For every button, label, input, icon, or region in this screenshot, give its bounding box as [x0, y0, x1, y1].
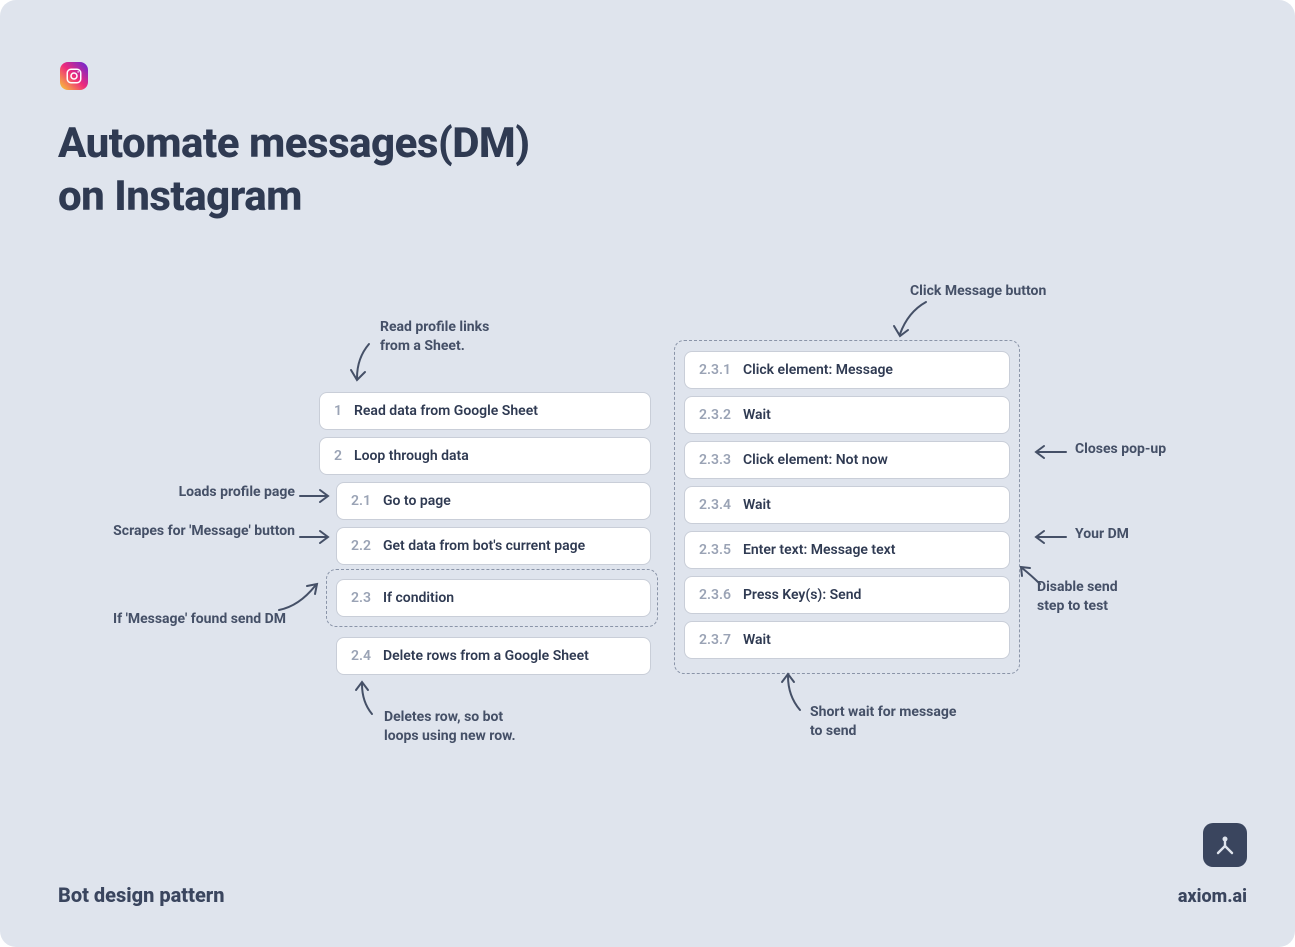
- step-number: 2.3.3: [699, 452, 731, 468]
- step-label: Loop through data: [354, 448, 469, 464]
- step-label: Press Key(s): Send: [743, 587, 861, 603]
- annotation-closes-popup: Closes pop-up: [1075, 440, 1166, 459]
- arrow-loads-profile: [298, 486, 334, 506]
- step-label: Delete rows from a Google Sheet: [383, 648, 589, 664]
- title-line-1: Automate messages(DM): [58, 119, 530, 168]
- annotation-disable-send: Disable send step to test: [1037, 578, 1118, 616]
- arrow-deletes-row: [352, 678, 386, 718]
- footer-brand: axiom.ai: [1178, 886, 1247, 907]
- step-2-4: 2.4 Delete rows from a Google Sheet: [336, 637, 651, 675]
- step-number: 2.3.6: [699, 587, 731, 603]
- step-number: 2.1: [351, 493, 371, 509]
- step-2: 2 Loop through data: [319, 437, 651, 475]
- step-label: Wait: [743, 497, 771, 513]
- title-line-2: on Instagram: [58, 172, 302, 221]
- step-label: Wait: [743, 632, 771, 648]
- step-label: Click element: Message: [743, 362, 893, 378]
- step-number: 2.3.4: [699, 497, 731, 513]
- arrow-disable-send: [1018, 562, 1044, 588]
- step-label: If condition: [383, 590, 454, 606]
- step-2-3-3: 2.3.3 Click element: Not now: [684, 441, 1010, 479]
- step-number: 2.2: [351, 538, 371, 554]
- step-number: 2: [334, 448, 342, 464]
- step-number: 1: [334, 403, 342, 419]
- step-2-3-4: 2.3.4 Wait: [684, 486, 1010, 524]
- step-number: 2.4: [351, 648, 371, 664]
- step-label: Enter text: Message text: [743, 542, 895, 558]
- annotation-your-dm: Your DM: [1075, 525, 1129, 544]
- step-label: Read data from Google Sheet: [354, 403, 538, 419]
- step-2-3-7: 2.3.7 Wait: [684, 621, 1010, 659]
- annotation-deletes-row: Deletes row, so bot loops using new row.: [384, 708, 516, 746]
- step-number: 2.3.5: [699, 542, 731, 558]
- arrow-scrapes-message: [298, 527, 334, 547]
- step-number: 2.3.1: [699, 362, 731, 378]
- step-2-2: 2.2 Get data from bot's current page: [336, 527, 651, 565]
- step-label: Wait: [743, 407, 771, 423]
- step-label: Get data from bot's current page: [383, 538, 585, 554]
- step-label: Click element: Not now: [743, 452, 888, 468]
- footer-caption: Bot design pattern: [58, 883, 225, 907]
- step-number: 2.3.7: [699, 632, 731, 648]
- annotation-read-profile: Read profile links from a Sheet.: [380, 318, 489, 356]
- arrow-closes-popup: [1030, 442, 1070, 462]
- arrow-short-wait: [778, 670, 812, 714]
- diagram-canvas: Automate messages(DM) on Instagram 1 Rea…: [0, 0, 1295, 947]
- arrow-your-dm: [1030, 527, 1070, 547]
- annotation-short-wait: Short wait for message to send: [810, 703, 956, 741]
- arrow-if-message-found: [275, 580, 325, 614]
- step-2-3: 2.3 If condition: [336, 579, 651, 617]
- step-1: 1 Read data from Google Sheet: [319, 392, 651, 430]
- arrow-click-message: [890, 298, 940, 348]
- page-title: Automate messages(DM) on Instagram: [58, 118, 530, 223]
- step-2-3-1: 2.3.1 Click element: Message: [684, 351, 1010, 389]
- step-2-3-2: 2.3.2 Wait: [684, 396, 1010, 434]
- step-number: 2.3: [351, 590, 371, 606]
- arrow-read-profile: [345, 340, 385, 390]
- step-2-1: 2.1 Go to page: [336, 482, 651, 520]
- step-2-3-5: 2.3.5 Enter text: Message text: [684, 531, 1010, 569]
- annotation-scrapes-message: Scrapes for 'Message' button: [80, 522, 295, 541]
- annotation-if-message-found: If 'Message' found send DM: [113, 610, 286, 629]
- instagram-icon: [60, 62, 88, 90]
- axiom-logo-icon: [1203, 823, 1247, 867]
- step-label: Go to page: [383, 493, 451, 509]
- step-2-3-6: 2.3.6 Press Key(s): Send: [684, 576, 1010, 614]
- annotation-loads-profile: Loads profile page: [120, 483, 295, 502]
- step-number: 2.3.2: [699, 407, 731, 423]
